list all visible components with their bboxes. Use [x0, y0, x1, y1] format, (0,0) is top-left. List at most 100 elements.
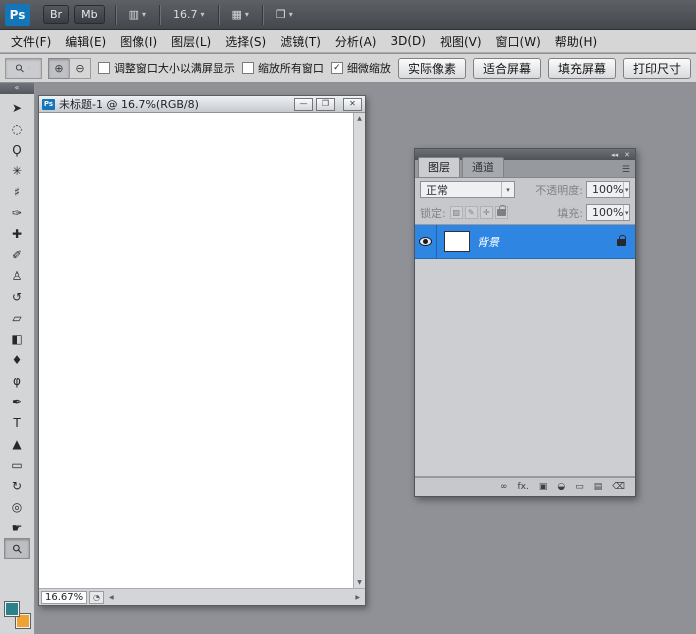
- menu-image[interactable]: 图像(I): [113, 31, 164, 52]
- path-selection-tool[interactable]: ▲: [4, 433, 30, 454]
- 3d-rotate-tool[interactable]: ↻: [4, 475, 30, 496]
- tools-list: ➤ ◌ Ϙ ✳ ♯ ✑ ✚ ✐ ♙ ↺ ▱ ◧ ♦ φ ✒ T ▲ ▭ ↻ ◎ …: [0, 94, 34, 559]
- panel-menu-icon[interactable]: ☰: [620, 165, 632, 177]
- tools-panel-collapse-button[interactable]: «: [0, 83, 34, 94]
- menu-help[interactable]: 帮助(H): [548, 31, 604, 52]
- collapse-arrows-icon[interactable]: ◂◂: [611, 151, 618, 159]
- scroll-left-icon[interactable]: ◀: [109, 594, 114, 601]
- brush-tool[interactable]: ✐: [4, 244, 30, 265]
- checkbox-icon: ✓: [331, 62, 343, 74]
- quick-selection-tool[interactable]: ✳: [4, 160, 30, 181]
- actual-pixels-button[interactable]: 实际像素: [398, 58, 466, 79]
- zoom-out-button[interactable]: ⊖: [69, 58, 91, 79]
- lock-all-icon[interactable]: [495, 206, 508, 219]
- chevron-down-icon: ▾: [623, 205, 629, 220]
- blur-tool[interactable]: ♦: [4, 349, 30, 370]
- blend-mode-value: 正常: [426, 182, 448, 198]
- gradient-tool[interactable]: ◧: [4, 328, 30, 349]
- eyedropper-tool[interactable]: ✑: [4, 202, 30, 223]
- hand-tool[interactable]: ☛: [4, 517, 30, 538]
- layer-mask-icon[interactable]: ▣: [539, 483, 548, 492]
- tab-channels[interactable]: 通道: [462, 157, 504, 177]
- arrange-documents-icon: ▦: [232, 8, 242, 21]
- menu-view[interactable]: 视图(V): [433, 31, 489, 52]
- bridge-button[interactable]: Br: [43, 5, 69, 24]
- menu-3d[interactable]: 3D(D): [383, 32, 432, 50]
- layers-panel: ◂◂ ✕ 图层 通道 ☰ 正常 ▾ 不透明度: 100% ▾ 锁定:: [414, 148, 636, 497]
- panel-close-icon[interactable]: ✕: [624, 151, 630, 159]
- fit-screen-button[interactable]: 适合屏幕: [473, 58, 541, 79]
- layer-group-icon[interactable]: ▭: [575, 483, 584, 492]
- menu-filter[interactable]: 滤镜(T): [273, 31, 328, 52]
- restore-button[interactable]: ❐: [316, 98, 335, 111]
- zoom-all-windows-checkbox[interactable]: 缩放所有窗口: [242, 60, 324, 76]
- screen-mode-button[interactable]: ❒ ▾: [273, 5, 296, 25]
- move-tool[interactable]: ➤: [4, 97, 30, 118]
- delete-layer-icon[interactable]: ⌫: [612, 483, 625, 492]
- zoom-tool[interactable]: ⚲: [4, 538, 30, 559]
- zoom-level-control[interactable]: 16.7 ▾: [170, 5, 208, 25]
- opacity-select[interactable]: 100% ▾: [586, 181, 630, 198]
- scroll-right-icon[interactable]: ▶: [355, 594, 360, 601]
- menu-file[interactable]: 文件(F): [4, 31, 58, 52]
- healing-brush-tool[interactable]: ✚: [4, 223, 30, 244]
- shape-tool[interactable]: ▭: [4, 454, 30, 475]
- print-size-button[interactable]: 打印尺寸: [623, 58, 691, 79]
- new-layer-icon[interactable]: ▤: [594, 483, 603, 492]
- pen-tool[interactable]: ✒: [4, 391, 30, 412]
- scrubby-zoom-checkbox[interactable]: ✓ 细微缩放: [331, 60, 391, 76]
- scroll-up-icon[interactable]: ▲: [357, 113, 362, 124]
- menu-edit[interactable]: 编辑(E): [58, 31, 113, 52]
- foreground-color-swatch[interactable]: [5, 602, 19, 616]
- background-color-swatch[interactable]: [16, 614, 30, 628]
- crop-tool[interactable]: ♯: [4, 181, 30, 202]
- zoom-tool-icon: ⚲: [9, 540, 25, 556]
- status-info-button[interactable]: ◔: [89, 591, 104, 604]
- tab-layers[interactable]: 图层: [418, 157, 460, 177]
- layer-thumbnail[interactable]: [444, 231, 470, 252]
- layer-row-background[interactable]: 背景: [415, 225, 635, 259]
- layer-visibility-toggle[interactable]: [415, 225, 437, 258]
- tool-preset-picker[interactable]: ⚲ ▾: [5, 58, 42, 79]
- resize-windows-checkbox[interactable]: 调整窗口大小以满屏显示: [98, 60, 235, 76]
- link-layers-icon[interactable]: ∞: [500, 483, 508, 492]
- clone-stamp-tool[interactable]: ♙: [4, 265, 30, 286]
- checkbox-icon: [242, 62, 254, 74]
- lock-position-icon[interactable]: ✛: [480, 206, 493, 219]
- arrange-documents-button[interactable]: ▦ ▾: [229, 5, 252, 25]
- opacity-control: 不透明度: 100% ▾: [535, 181, 630, 198]
- lock-transparency-icon[interactable]: ▨: [450, 206, 463, 219]
- type-tool[interactable]: T: [4, 412, 30, 433]
- marquee-tool[interactable]: ◌: [4, 118, 30, 139]
- lock-pixels-icon[interactable]: ✎: [465, 206, 478, 219]
- zoom-in-button[interactable]: ⊕: [48, 58, 70, 79]
- menu-analysis[interactable]: 分析(A): [328, 31, 384, 52]
- scroll-down-icon[interactable]: ▼: [357, 577, 362, 588]
- vertical-scrollbar[interactable]: ▲ ▼: [353, 113, 365, 588]
- layer-style-icon[interactable]: fx.: [518, 483, 529, 492]
- zoom-in-icon: ⊕: [54, 62, 63, 75]
- layer-name[interactable]: 背景: [477, 234, 499, 250]
- lasso-tool[interactable]: Ϙ: [4, 139, 30, 160]
- history-brush-tool[interactable]: ↺: [4, 286, 30, 307]
- close-button[interactable]: ✕: [343, 98, 362, 111]
- view-extras-button[interactable]: ▥ ▾: [126, 5, 149, 25]
- minimize-button[interactable]: —: [294, 98, 313, 111]
- mini-bridge-button[interactable]: Mb: [74, 5, 104, 24]
- canvas[interactable]: [39, 113, 353, 588]
- zoom-percentage-field[interactable]: 16.67%: [41, 591, 87, 604]
- menu-select[interactable]: 选择(S): [218, 31, 273, 52]
- fill-screen-button[interactable]: 填充屏幕: [548, 58, 616, 79]
- document-title-bar[interactable]: Ps 未标题-1 @ 16.7%(RGB/8) — ❐ ✕: [39, 96, 365, 113]
- 3d-orbit-tool[interactable]: ◎: [4, 496, 30, 517]
- fill-select[interactable]: 100% ▾: [586, 204, 630, 221]
- chevron-down-icon: ▾: [245, 10, 249, 19]
- adjustment-layer-icon[interactable]: ◒: [557, 483, 565, 492]
- menu-layer[interactable]: 图层(L): [164, 31, 218, 52]
- blend-mode-select[interactable]: 正常 ▾: [420, 181, 515, 198]
- application-bar: Ps Br Mb ▥ ▾ 16.7 ▾ ▦ ▾ ❒ ▾: [0, 0, 696, 30]
- eraser-tool[interactable]: ▱: [4, 307, 30, 328]
- horizontal-scrollbar[interactable]: ◀ ▶: [106, 591, 363, 604]
- dodge-tool[interactable]: φ: [4, 370, 30, 391]
- menu-window[interactable]: 窗口(W): [489, 31, 548, 52]
